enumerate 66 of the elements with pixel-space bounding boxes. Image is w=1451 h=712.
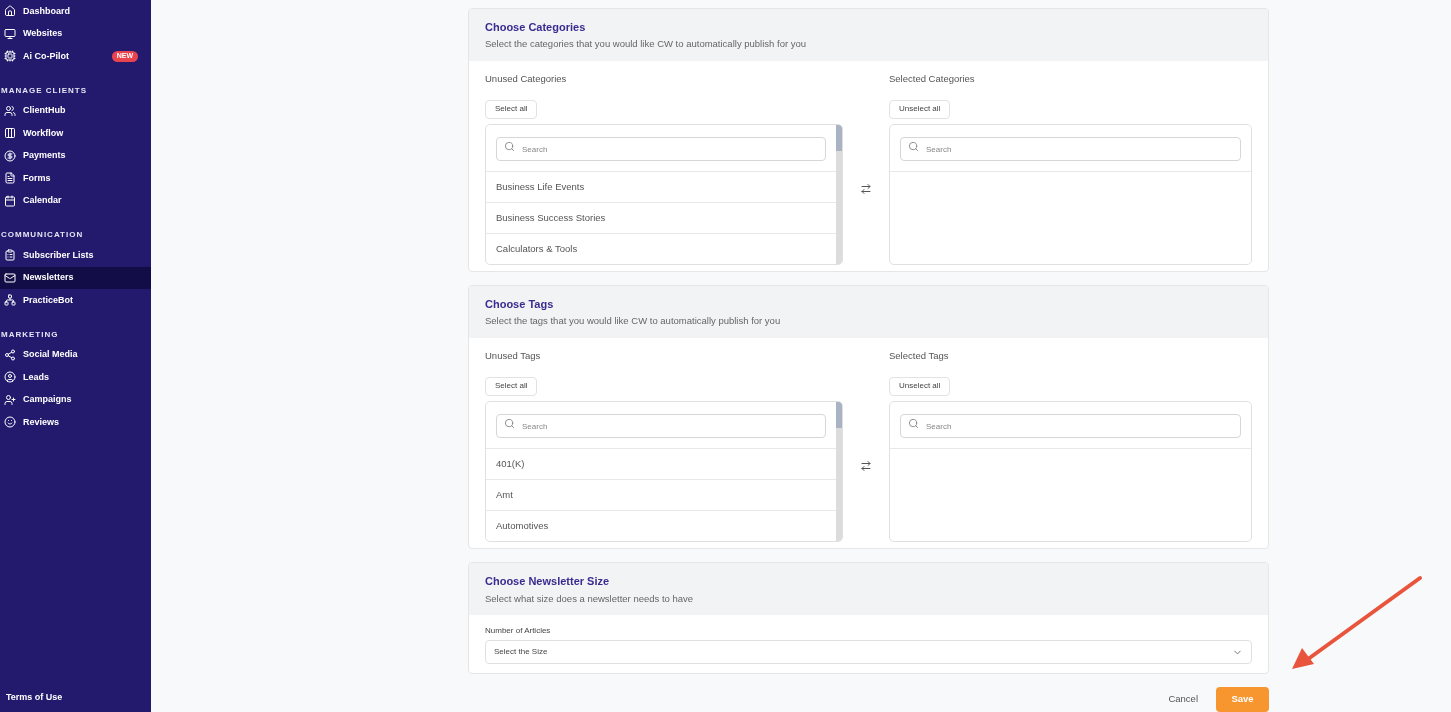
search-icon <box>504 417 515 429</box>
unselect-all-button[interactable]: Unselect all <box>889 99 951 119</box>
sidebar-item[interactable]: Social Media <box>0 343 151 366</box>
panel-subtitle: Select the tags that you would like CW to automatically publish for you <box>485 314 782 329</box>
section-heading: COMMUNICATION <box>0 229 85 241</box>
unselect-all-button[interactable]: Unselect all <box>889 376 951 396</box>
mail-icon <box>4 271 16 284</box>
clipboard-icon <box>4 249 16 262</box>
scrollbar[interactable] <box>836 401 842 541</box>
list-item[interactable]: 401(K) <box>486 449 836 481</box>
sidebar-item[interactable]: ClientHub <box>0 99 151 122</box>
sidebar-item[interactable]: Campaigns <box>0 388 151 411</box>
swap-icon[interactable] <box>860 183 872 196</box>
network-icon <box>4 294 16 307</box>
list-label: Unused Categories <box>485 71 568 86</box>
terms-link[interactable]: Terms of Use <box>0 690 151 704</box>
sidebar-item[interactable]: Workflow <box>0 122 151 145</box>
list-label: Selected Categories <box>889 71 976 86</box>
home-icon <box>4 5 16 18</box>
sidebar-item[interactable]: Forms <box>0 167 151 190</box>
sidebar-item[interactable]: Dashboard <box>0 0 151 23</box>
select-all-button[interactable]: Select all <box>485 99 538 119</box>
sidebar-item[interactable]: PracticeBot <box>0 289 151 312</box>
panel-title: Choose Categories <box>485 19 587 35</box>
section-heading: MANAGE CLIENTS <box>0 84 88 97</box>
calendar-icon <box>4 194 16 207</box>
sidebar-item[interactable]: Reviews <box>0 411 151 434</box>
panel-subtitle: Select the categories that you would like CW to automatically publish for you <box>485 37 808 52</box>
section-heading: MARKETING <box>0 328 60 341</box>
search-field[interactable]: Search <box>496 137 826 161</box>
document-icon <box>4 172 16 185</box>
monitor-icon <box>4 27 16 40</box>
search-icon <box>908 140 919 152</box>
cancel-button[interactable]: Cancel <box>1166 692 1200 707</box>
sidebar-item[interactable]: Newsletters <box>0 266 151 289</box>
search-icon <box>908 417 919 429</box>
sidebar-item[interactable]: Websites <box>0 22 151 45</box>
dollar-icon <box>4 149 16 162</box>
share-icon <box>4 348 16 361</box>
search-field[interactable]: Search <box>900 137 1241 161</box>
list-item[interactable]: Business Life Events <box>486 172 836 203</box>
panel-title: Choose Tags <box>485 296 555 312</box>
search-field[interactable]: Search <box>900 414 1241 439</box>
scrollbar[interactable] <box>836 124 842 264</box>
panel-title: Choose Newsletter Size <box>485 574 611 589</box>
search-field[interactable]: Search <box>496 414 826 439</box>
sidebar-item[interactable]: Calendar <box>0 189 151 212</box>
sidebar-item[interactable]: Payments <box>0 144 151 167</box>
sidebar-item[interactable]: Leads <box>0 366 151 389</box>
columns-icon <box>4 127 16 140</box>
list-label: Selected Tags <box>889 349 950 364</box>
user-circle-icon <box>4 371 16 384</box>
user-plus-icon <box>4 393 16 406</box>
sidebar-item[interactable]: Subscriber Lists <box>0 244 151 267</box>
panel-subtitle: Select what size does a newsletter needs to have <box>485 591 695 606</box>
select-all-button[interactable]: Select all <box>485 376 538 396</box>
swap-icon[interactable] <box>860 460 872 473</box>
search-icon <box>504 140 515 152</box>
size-select[interactable]: Select the Size <box>485 640 1252 665</box>
list-item[interactable]: Business Success Stories <box>486 203 836 234</box>
smile-icon <box>4 416 16 429</box>
people-icon <box>4 104 16 117</box>
list-label: Unused Tags <box>485 349 542 364</box>
list-item[interactable]: Amt <box>486 480 836 512</box>
field-label: Number of Articles <box>485 625 552 638</box>
chip-icon <box>4 50 16 63</box>
